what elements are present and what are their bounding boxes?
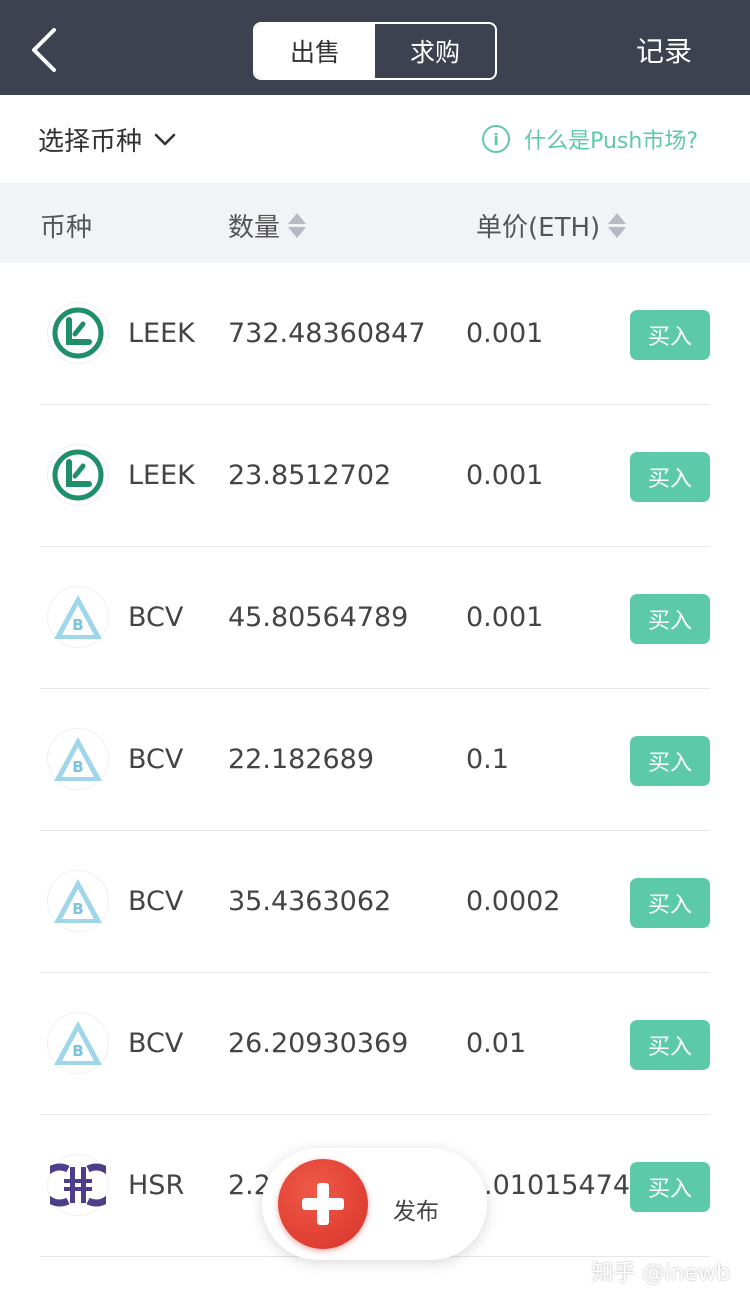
hsr-icon bbox=[48, 1155, 108, 1215]
coin-name: BCV bbox=[128, 602, 184, 633]
quantity-value: 23.8512702 bbox=[228, 460, 392, 491]
leek-icon bbox=[48, 303, 108, 363]
coin-name: HSR bbox=[128, 1170, 185, 1201]
coin-name: BCV bbox=[128, 886, 184, 917]
buy-button[interactable]: 买入 bbox=[630, 594, 710, 644]
leek-icon bbox=[48, 445, 108, 505]
bcv-icon: B bbox=[48, 871, 108, 931]
list-item: LEEK 732.48360847 0.001 买入 bbox=[0, 263, 750, 405]
coin-name: BCV bbox=[128, 1028, 184, 1059]
svg-text:B: B bbox=[72, 900, 83, 918]
coin-name: LEEK bbox=[128, 460, 195, 491]
back-button[interactable] bbox=[22, 22, 72, 78]
publish-floating-button[interactable]: 发布 bbox=[262, 1148, 487, 1260]
price-value: 0.01 bbox=[466, 1028, 527, 1059]
column-price-label: 单价(ETH) bbox=[476, 213, 601, 243]
publish-label: 发布 bbox=[393, 1199, 439, 1225]
select-coin-dropdown[interactable]: 选择币种 bbox=[38, 121, 176, 158]
plus-icon bbox=[278, 1159, 368, 1249]
list-item: B BCV 35.4363062 0.0002 买入 bbox=[0, 831, 750, 973]
trade-type-segmented-control: 出售 求购 bbox=[253, 22, 497, 80]
column-header-quantity[interactable]: 数量 bbox=[228, 207, 307, 244]
price-value: 0.0002 bbox=[466, 886, 561, 917]
quantity-value: 45.80564789 bbox=[228, 602, 409, 633]
quantity-value: 26.20930369 bbox=[228, 1028, 409, 1059]
tab-sell[interactable]: 出售 bbox=[255, 24, 375, 78]
watermark: 知乎 @inewb bbox=[591, 1261, 730, 1286]
info-icon: i bbox=[482, 125, 511, 153]
order-list: LEEK 732.48360847 0.001 买入 LEEK 23.85127… bbox=[0, 263, 750, 1257]
buy-button[interactable]: 买入 bbox=[630, 736, 710, 786]
price-value: 0.001 bbox=[466, 602, 544, 633]
back-arrow-icon bbox=[32, 28, 56, 72]
buy-button[interactable]: 买入 bbox=[630, 452, 710, 502]
list-item: B BCV 45.80564789 0.001 买入 bbox=[0, 547, 750, 689]
bcv-icon: B bbox=[48, 729, 108, 789]
bcv-icon: B bbox=[48, 587, 108, 647]
price-value: 0.001 bbox=[466, 318, 544, 349]
coin-name: BCV bbox=[128, 744, 184, 775]
quantity-value: 22.182689 bbox=[228, 744, 375, 775]
column-quantity-label: 数量 bbox=[228, 213, 281, 243]
svg-text:B: B bbox=[72, 758, 83, 776]
list-item: B BCV 26.20930369 0.01 买入 bbox=[0, 973, 750, 1115]
select-coin-label: 选择币种 bbox=[38, 127, 143, 157]
tab-buy-request[interactable]: 求购 bbox=[375, 24, 495, 78]
push-market-help-link[interactable]: i 什么是Push市场? bbox=[482, 123, 698, 155]
buy-button[interactable]: 买入 bbox=[630, 878, 710, 928]
price-value: 0.001 bbox=[466, 460, 544, 491]
quantity-value: 35.4363062 bbox=[228, 886, 392, 917]
list-item: B BCV 22.182689 0.1 买入 bbox=[0, 689, 750, 831]
column-header-price[interactable]: 单价(ETH) bbox=[476, 207, 627, 244]
records-link[interactable]: 记录 bbox=[636, 30, 692, 70]
filter-bar: 选择币种 i 什么是Push市场? bbox=[0, 95, 750, 183]
quantity-value: 732.48360847 bbox=[228, 318, 426, 349]
buy-button[interactable]: 买入 bbox=[630, 1020, 710, 1070]
help-label: 什么是Push市场? bbox=[524, 129, 698, 154]
table-header: 币种 数量 单价(ETH) bbox=[0, 183, 750, 263]
sort-icon[interactable] bbox=[608, 213, 627, 238]
sort-icon[interactable] bbox=[288, 213, 307, 238]
bcv-icon: B bbox=[48, 1013, 108, 1073]
price-value: .01015474 bbox=[484, 1170, 631, 1201]
price-value: 0.1 bbox=[466, 744, 509, 775]
column-header-coin: 币种 bbox=[40, 207, 92, 244]
coin-name: LEEK bbox=[128, 318, 195, 349]
buy-button[interactable]: 买入 bbox=[630, 1162, 710, 1212]
svg-text:B: B bbox=[72, 1042, 83, 1060]
buy-button[interactable]: 买入 bbox=[630, 310, 710, 360]
column-coin-label: 币种 bbox=[40, 213, 93, 243]
list-item: LEEK 23.8512702 0.001 买入 bbox=[0, 405, 750, 547]
chevron-down-icon bbox=[154, 133, 176, 145]
svg-text:B: B bbox=[72, 616, 83, 634]
top-nav-bar: 出售 求购 记录 bbox=[0, 0, 750, 95]
